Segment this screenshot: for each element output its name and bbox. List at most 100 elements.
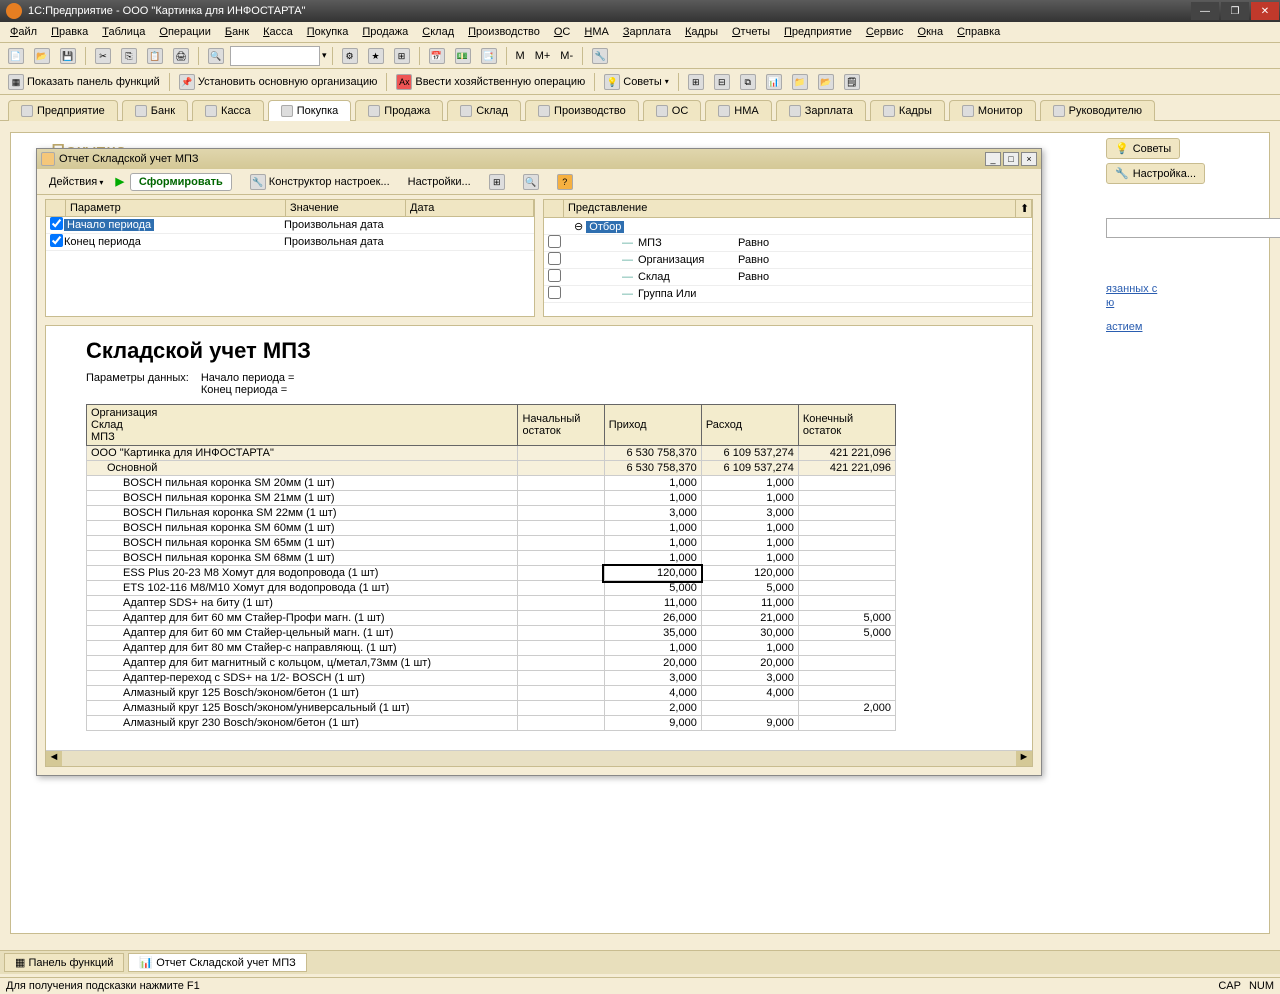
side-link-2[interactable]: ю	[1106, 297, 1264, 309]
table-row[interactable]: Адаптер-переход с SDS+ на 1/2- BOSCH (1 …	[87, 671, 896, 686]
menu-Таблица[interactable]: Таблица	[96, 24, 151, 40]
menu-Покупка[interactable]: Покупка	[301, 24, 355, 40]
section-tab-ОС[interactable]: ОС	[643, 100, 702, 121]
table-row[interactable]: Адаптер для бит 60 мм Стайер-цельный маг…	[87, 626, 896, 641]
menu-Сервис[interactable]: Сервис	[860, 24, 910, 40]
actions-dropdown[interactable]: Действия	[43, 174, 109, 190]
horizontal-scrollbar[interactable]: ◄►	[46, 750, 1032, 766]
table-row[interactable]: Алмазный круг 230 Bosch/эконом/бетон (1 …	[87, 716, 896, 731]
menu-Касса[interactable]: Касса	[257, 24, 299, 40]
tool-c[interactable]: ⊞	[390, 46, 414, 66]
side-tips-button[interactable]: 💡 Советы	[1106, 138, 1180, 159]
side-link-1[interactable]: язанных с	[1106, 283, 1264, 295]
copy-button[interactable]: ⎘	[117, 46, 141, 66]
section-tab-Банк[interactable]: Банк	[122, 100, 188, 121]
section-tab-Руководителю[interactable]: Руководителю	[1040, 100, 1155, 121]
param-row[interactable]: Конец периодаПроизвольная дата	[46, 234, 534, 251]
menu-Правка[interactable]: Правка	[45, 24, 94, 40]
menu-Зарплата[interactable]: Зарплата	[617, 24, 677, 40]
table-row[interactable]: Адаптер для бит 80 мм Стайер-с направляю…	[87, 641, 896, 656]
menu-Продажа[interactable]: Продажа	[356, 24, 414, 40]
m-plus-button[interactable]: M+	[531, 48, 555, 64]
section-tab-Касса[interactable]: Касса	[192, 100, 264, 121]
enter-op-button[interactable]: AxВвести хозяйственную операцию	[392, 72, 589, 92]
param-row[interactable]: Начало периодаПроизвольная дата	[46, 217, 534, 234]
section-tab-Кадры[interactable]: Кадры	[870, 100, 945, 121]
task-report-button[interactable]: 📊 Отчет Складской учет МПЗ	[128, 953, 306, 972]
help-button[interactable]: ?	[551, 172, 579, 192]
ex6[interactable]: 📂	[814, 72, 838, 92]
menu-Отчеты[interactable]: Отчеты	[726, 24, 776, 40]
section-tab-Зарплата[interactable]: Зарплата	[776, 100, 866, 121]
report-minimize-button[interactable]: _	[985, 152, 1001, 166]
table-row[interactable]: ESS Plus 20-23 M8 Хомут для водопровода …	[87, 566, 896, 581]
table-row[interactable]: BOSCH пильная коронка SM 68мм (1 шт)1,00…	[87, 551, 896, 566]
report-settings-button[interactable]: Настройки...	[402, 174, 477, 190]
selection-root[interactable]: Отбор	[586, 221, 624, 233]
window-minimize-button[interactable]: —	[1191, 2, 1219, 20]
report-close-button[interactable]: ×	[1021, 152, 1037, 166]
table-row[interactable]: Основной6 530 758,3706 109 537,274421 22…	[87, 461, 896, 476]
tips-button[interactable]: 💡Советы ▾	[600, 72, 673, 92]
table-row[interactable]: Алмазный круг 125 Bosch/эконом/бетон (1 …	[87, 686, 896, 701]
table-row[interactable]: BOSCH пильная коронка SM 21мм (1 шт)1,00…	[87, 491, 896, 506]
cut-button[interactable]: ✂	[91, 46, 115, 66]
task-panel-button[interactable]: ▦ Панель функций	[4, 953, 124, 972]
ex4[interactable]: 📊	[762, 72, 786, 92]
selection-checkbox[interactable]	[548, 269, 561, 282]
table-row[interactable]: BOSCH пильная коронка SM 20мм (1 шт)1,00…	[87, 476, 896, 491]
section-tab-Монитор[interactable]: Монитор	[949, 100, 1036, 121]
menu-Кадры[interactable]: Кадры	[679, 24, 724, 40]
table-row[interactable]: Адаптер SDS+ на биту (1 шт)11,00011,000	[87, 596, 896, 611]
section-tab-Покупка[interactable]: Покупка	[268, 100, 352, 121]
window-close-button[interactable]: ✕	[1251, 2, 1279, 20]
selection-row[interactable]: —МПЗРавно	[544, 235, 1032, 252]
ex1[interactable]: ⊞	[684, 72, 708, 92]
selection-checkbox[interactable]	[548, 286, 561, 299]
search-input[interactable]	[230, 46, 320, 66]
side-search-input[interactable]	[1106, 218, 1280, 238]
tool-f[interactable]: 📑	[477, 46, 501, 66]
table-row[interactable]: Адаптер для бит 60 мм Стайер-Профи магн.…	[87, 611, 896, 626]
selection-row[interactable]: —Группа Или	[544, 286, 1032, 303]
side-settings-button[interactable]: 🔧 Настройка...	[1106, 163, 1205, 184]
tool-a[interactable]: ⚙	[338, 46, 362, 66]
print-button[interactable]: 🖨	[169, 46, 193, 66]
ex3[interactable]: ⧉	[736, 72, 760, 92]
section-tab-Склад[interactable]: Склад	[447, 100, 521, 121]
m-button[interactable]: M	[512, 48, 529, 64]
show-panel-button[interactable]: ▦Показать панель функций	[4, 72, 164, 92]
tool-e[interactable]: 💵	[451, 46, 475, 66]
selection-row[interactable]: —СкладРавно	[544, 269, 1032, 286]
table-row[interactable]: BOSCH пильная коронка SM 60мм (1 шт)1,00…	[87, 521, 896, 536]
selection-checkbox[interactable]	[548, 252, 561, 265]
selection-row[interactable]: —ОрганизацияРавно	[544, 252, 1032, 269]
window-maximize-button[interactable]: ❐	[1221, 2, 1249, 20]
menu-ОС[interactable]: ОС	[548, 24, 577, 40]
wrench-icon[interactable]: 🔧	[588, 46, 612, 66]
menu-НМА[interactable]: НМА	[578, 24, 614, 40]
menu-Справка[interactable]: Справка	[951, 24, 1006, 40]
m-minus-button[interactable]: M-	[556, 48, 577, 64]
section-tab-Производство[interactable]: Производство	[525, 100, 639, 121]
menu-Файл[interactable]: Файл	[4, 24, 43, 40]
report-maximize-button[interactable]: □	[1003, 152, 1019, 166]
tool-b[interactable]: ★	[364, 46, 388, 66]
menu-Банк[interactable]: Банк	[219, 24, 255, 40]
selection-checkbox[interactable]	[548, 235, 561, 248]
ex5[interactable]: 📁	[788, 72, 812, 92]
paste-button[interactable]: 📋	[143, 46, 167, 66]
search-icon[interactable]: 🔍	[204, 46, 228, 66]
section-tab-НМА[interactable]: НМА	[705, 100, 771, 121]
table-row[interactable]: BOSCH пильная коронка SM 65мм (1 шт)1,00…	[87, 536, 896, 551]
tool-x1[interactable]: ⊞	[483, 172, 511, 192]
table-row[interactable]: BOSCH Пильная коронка SM 22мм (1 шт)3,00…	[87, 506, 896, 521]
table-row[interactable]: ООО "Картинка для ИНФОСТАРТА"6 530 758,3…	[87, 446, 896, 461]
section-tab-Продажа[interactable]: Продажа	[355, 100, 443, 121]
menu-Производство[interactable]: Производство	[462, 24, 546, 40]
ex7[interactable]: 🗒	[840, 72, 864, 92]
side-link-3[interactable]: астием	[1106, 321, 1264, 333]
tool-x2[interactable]: 🔍	[517, 172, 545, 192]
open-button[interactable]: 📂	[30, 46, 54, 66]
report-window-titlebar[interactable]: Отчет Складской учет МПЗ _ □ ×	[37, 149, 1041, 169]
